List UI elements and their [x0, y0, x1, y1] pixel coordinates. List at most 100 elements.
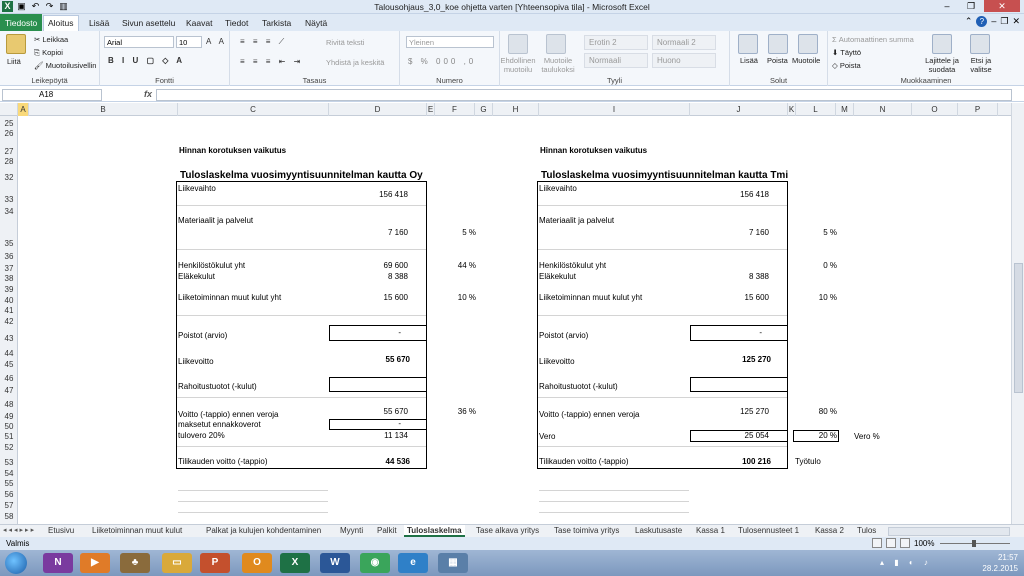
- column-header-f[interactable]: F: [435, 103, 475, 116]
- select-all-corner[interactable]: [0, 103, 18, 116]
- sheet-tab[interactable]: Tulosennusteet 1: [738, 525, 799, 537]
- row-header[interactable]: 27: [0, 147, 18, 156]
- conditional-format-icon[interactable]: [508, 34, 528, 54]
- format-painter-button[interactable]: 🖌 Muotoilusivellin: [34, 61, 96, 70]
- zoom-level[interactable]: 100%: [914, 539, 934, 548]
- start-button-icon[interactable]: [5, 552, 27, 574]
- worksheet-grid[interactable]: Hinnan korotuksen vaikutus Tuloslaskelma…: [18, 116, 1011, 524]
- row-header[interactable]: 35: [0, 239, 18, 248]
- left-rahoitus-input[interactable]: [329, 377, 427, 392]
- row-header[interactable]: 55: [0, 479, 18, 488]
- insert-cells-button[interactable]: Lisää: [740, 56, 758, 65]
- sheet-tab[interactable]: Kassa 2: [815, 525, 844, 537]
- tab-formulas[interactable]: Kaavat: [182, 16, 216, 30]
- find-select-icon[interactable]: [970, 34, 990, 54]
- fx-icon[interactable]: fx: [144, 89, 152, 99]
- row-header[interactable]: 34: [0, 207, 18, 216]
- word-taskbar-icon[interactable]: W: [320, 553, 350, 573]
- row-header[interactable]: 52: [0, 443, 18, 452]
- name-box[interactable]: A18: [2, 89, 102, 101]
- row-header[interactable]: 53: [0, 458, 18, 467]
- chrome-taskbar-icon[interactable]: ◉: [360, 553, 390, 573]
- tab-insert[interactable]: Lisää: [85, 16, 113, 30]
- row-header[interactable]: 36: [0, 252, 18, 261]
- row-header[interactable]: 58: [0, 512, 18, 521]
- row-header[interactable]: 25: [0, 119, 18, 128]
- sheet-tab-active[interactable]: Tuloslaskelma: [404, 525, 465, 537]
- style-erotin-2[interactable]: Erotin 2: [584, 35, 648, 50]
- autosum-button[interactable]: Σ Automaattinen summa: [832, 35, 914, 44]
- sheet-tab[interactable]: Tase alkava yritys: [476, 525, 539, 537]
- sheet-tab[interactable]: Tase toimiva yritys: [554, 525, 619, 537]
- help-icon[interactable]: ?: [976, 16, 988, 27]
- vertical-scrollbar[interactable]: [1011, 103, 1024, 524]
- page-layout-view-icon[interactable]: [886, 538, 896, 548]
- row-header[interactable]: 47: [0, 386, 18, 395]
- vertical-scroll-thumb[interactable]: [1014, 263, 1023, 393]
- style-normaali[interactable]: Normaali: [584, 53, 648, 68]
- column-header-e[interactable]: E: [427, 103, 435, 116]
- column-header-c[interactable]: C: [178, 103, 329, 116]
- minimize-ribbon-icon[interactable]: ⌃: [965, 16, 973, 27]
- row-header[interactable]: 40: [0, 296, 18, 305]
- page-break-view-icon[interactable]: [900, 538, 910, 548]
- column-header-g[interactable]: G: [475, 103, 493, 116]
- sheet-tab[interactable]: Myynti: [340, 525, 363, 537]
- explorer-taskbar-icon[interactable]: ▭: [162, 553, 192, 573]
- format-as-table-button[interactable]: Muotoile taulukoksi: [538, 56, 578, 74]
- column-header-o[interactable]: O: [912, 103, 958, 116]
- restore-icon[interactable]: ❐: [960, 0, 982, 12]
- row-header[interactable]: 32: [0, 173, 18, 182]
- row-header[interactable]: 33: [0, 195, 18, 204]
- format-cells-icon[interactable]: [798, 34, 818, 54]
- row-header[interactable]: 51: [0, 432, 18, 441]
- bold-italic-underline-icons[interactable]: B I U ▢ ◇ A: [108, 56, 185, 65]
- row-header[interactable]: 46: [0, 374, 18, 383]
- internet-explorer-taskbar-icon[interactable]: e: [398, 553, 428, 573]
- horizontal-scrollbar[interactable]: [888, 527, 1010, 536]
- merge-center-button[interactable]: Yhdistä ja keskitä: [326, 58, 384, 67]
- row-header[interactable]: 44: [0, 349, 18, 358]
- row-header[interactable]: 45: [0, 360, 18, 369]
- format-as-table-icon[interactable]: [546, 34, 566, 54]
- formula-input[interactable]: [156, 89, 1012, 101]
- format-cells-button[interactable]: Muotoile: [792, 56, 820, 65]
- close-icon[interactable]: ✕: [984, 0, 1020, 12]
- row-header[interactable]: 49: [0, 412, 18, 421]
- row-header[interactable]: 38: [0, 274, 18, 283]
- tab-review[interactable]: Tarkista: [258, 16, 295, 30]
- vertical-align-icons[interactable]: ≡ ≡ ≡ ⟋: [240, 37, 287, 47]
- tab-home[interactable]: Aloitus: [43, 15, 79, 31]
- column-header-d[interactable]: D: [329, 103, 427, 116]
- sheet-tab[interactable]: Liiketoiminnan muut kulut: [92, 525, 182, 537]
- column-header-h[interactable]: H: [493, 103, 539, 116]
- cut-button[interactable]: ✂ Leikkaa: [34, 35, 68, 44]
- normal-view-icon[interactable]: [872, 538, 882, 548]
- column-header-k[interactable]: K: [788, 103, 796, 116]
- number-format-select[interactable]: Yleinen: [406, 36, 494, 48]
- row-header[interactable]: 37: [0, 264, 18, 273]
- column-header-a[interactable]: A: [18, 103, 29, 116]
- sheet-nav-arrows-icon[interactable]: ◂◂◂▸▸▸: [3, 526, 36, 534]
- column-header-l[interactable]: L: [796, 103, 836, 116]
- paste-button[interactable]: Liitä: [7, 57, 21, 66]
- row-header[interactable]: 26: [0, 129, 18, 138]
- copy-button[interactable]: ⎘ Kopioi: [34, 48, 63, 58]
- fill-button[interactable]: ⬇ Täyttö: [832, 48, 861, 57]
- row-header[interactable]: 42: [0, 317, 18, 326]
- horizontal-align-icons[interactable]: ≡ ≡ ≡ ⇤ ⇥: [240, 57, 303, 66]
- window-close-icon[interactable]: ✕: [1012, 16, 1020, 27]
- row-header[interactable]: 56: [0, 490, 18, 499]
- column-header-b[interactable]: B: [29, 103, 178, 116]
- clear-button[interactable]: ◇ Poista: [832, 61, 861, 70]
- row-header[interactable]: 48: [0, 400, 18, 409]
- window-restore-icon[interactable]: ❐: [1000, 16, 1008, 27]
- right-rahoitus-input[interactable]: [690, 377, 788, 392]
- zoom-slider-knob[interactable]: [972, 540, 976, 547]
- font-grow-shrink-icon[interactable]: A A: [206, 37, 227, 46]
- paste-icon[interactable]: [6, 34, 26, 54]
- sheet-tab[interactable]: Etusivu: [48, 525, 74, 537]
- sort-filter-icon[interactable]: [932, 34, 952, 54]
- wrap-text-button[interactable]: Rivitä teksti: [326, 38, 364, 47]
- excel-taskbar-icon[interactable]: X: [280, 553, 310, 573]
